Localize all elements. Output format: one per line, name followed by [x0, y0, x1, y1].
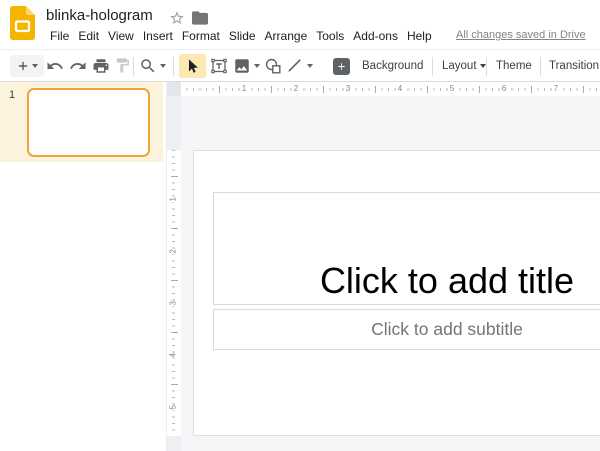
ruler-ticks-zone: 1 2 3 4 5: [167, 150, 181, 436]
menu-tools[interactable]: Tools: [316, 28, 344, 44]
toolbar-separator: [432, 57, 433, 76]
plus-icon: [336, 61, 347, 72]
ruler-number: 2: [292, 84, 300, 94]
zoom-icon: [139, 57, 157, 75]
menu-insert[interactable]: Insert: [143, 28, 173, 44]
chevron-down-icon: [307, 64, 313, 68]
ruler-inactive-bottom: [167, 436, 181, 451]
redo-button[interactable]: [69, 57, 87, 75]
ruler-number: 7: [552, 84, 560, 94]
menu-slide[interactable]: Slide: [229, 28, 256, 44]
ruler-number: 3: [169, 300, 178, 306]
ruler-corner: [167, 82, 181, 96]
ruler-number: 5: [169, 404, 178, 410]
menu-format[interactable]: Format: [182, 28, 220, 44]
layout-button[interactable]: Layout: [442, 50, 486, 81]
toolbar-separator: [540, 57, 541, 76]
paint-format-button[interactable]: [114, 57, 131, 74]
shape-icon: [264, 57, 282, 75]
menu-edit[interactable]: Edit: [78, 28, 99, 44]
slides-logo[interactable]: [10, 6, 35, 40]
menu-add-ons[interactable]: Add-ons: [353, 28, 398, 44]
menu-bar: File Edit View Insert Format Slide Arran…: [50, 28, 432, 44]
plus-icon: [16, 59, 30, 73]
header: blinka-hologram File Edit View Insert Fo…: [0, 0, 600, 49]
star-icon[interactable]: [169, 10, 185, 26]
slide-editor[interactable]: Click to add title Click to add subtitle: [193, 150, 600, 436]
undo-button[interactable]: [46, 57, 64, 75]
slide-canvas: Click to add title Click to add subtitle: [181, 96, 600, 451]
toolbar-separator: [486, 57, 487, 76]
ruler-number: 4: [169, 352, 178, 358]
toolbar-separator: [173, 57, 174, 76]
image-icon: [233, 57, 251, 75]
save-status-link[interactable]: All changes saved in Drive: [456, 29, 586, 41]
title-placeholder[interactable]: Click to add title: [213, 192, 600, 305]
line-icon: [286, 57, 303, 74]
select-tool-button[interactable]: [179, 54, 206, 78]
chevron-down-icon: [32, 64, 38, 68]
cursor-icon: [184, 58, 201, 75]
ruler-inactive-top: [167, 96, 181, 150]
insert-image-button[interactable]: [233, 57, 260, 75]
document-title[interactable]: blinka-hologram: [46, 7, 153, 24]
ruler-number: 1: [240, 84, 248, 94]
menu-file[interactable]: File: [50, 28, 69, 44]
transition-button[interactable]: Transition: [549, 50, 599, 81]
ruler-number: 4: [396, 84, 404, 94]
ruler-number: 5: [448, 84, 456, 94]
slide-thumbnail[interactable]: [27, 88, 150, 157]
toolbar-separator: [133, 57, 134, 76]
insert-shape-button[interactable]: [264, 57, 282, 75]
ruler-number: 1: [169, 196, 178, 202]
chevron-down-icon: [160, 64, 166, 68]
ruler-number: 3: [344, 84, 352, 94]
text-box-icon: [210, 57, 228, 75]
menu-view[interactable]: View: [108, 28, 134, 44]
ruler-number: 6: [500, 84, 508, 94]
zoom-button[interactable]: [139, 57, 166, 75]
insert-line-button[interactable]: [286, 57, 313, 74]
print-button[interactable]: [92, 57, 110, 75]
subtitle-placeholder[interactable]: Click to add subtitle: [213, 309, 600, 350]
title-placeholder-text: Click to add title: [320, 260, 574, 301]
ruler-number: 2: [169, 248, 178, 254]
menu-help[interactable]: Help: [407, 28, 432, 44]
folder-icon[interactable]: [192, 11, 208, 25]
horizontal-ruler: 1 2 3 4 5 6 7: [181, 82, 600, 96]
slide-filmstrip: 1: [0, 82, 167, 451]
google-slides-app: blinka-hologram File Edit View Insert Fo…: [0, 0, 600, 451]
theme-button[interactable]: Theme: [496, 50, 532, 81]
text-box-button[interactable]: [210, 57, 228, 75]
chevron-down-icon: [480, 64, 486, 68]
toolbar: Background Layout Theme Transition: [0, 49, 600, 82]
vertical-ruler: 1 2 3 4 5: [167, 82, 181, 451]
selected-slide-row: 1: [0, 82, 163, 162]
slide-number: 1: [9, 89, 15, 101]
subtitle-placeholder-text: Click to add subtitle: [371, 319, 523, 340]
insert-comment-button[interactable]: [333, 58, 350, 75]
background-button[interactable]: Background: [362, 50, 423, 81]
chevron-down-icon: [254, 64, 260, 68]
new-slide-button[interactable]: [10, 55, 44, 77]
menu-arrange[interactable]: Arrange: [265, 28, 308, 44]
